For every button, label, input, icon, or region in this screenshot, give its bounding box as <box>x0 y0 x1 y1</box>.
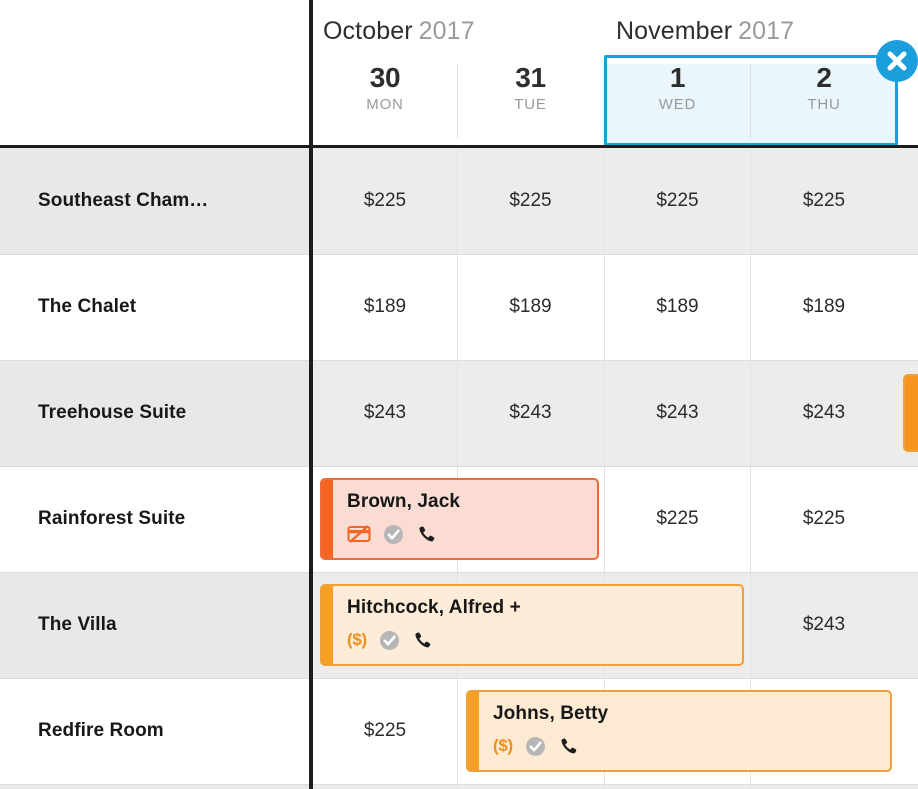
day-number: 31 <box>515 62 546 93</box>
calendar-grid: Southeast Cham… $225 $225 $225 $225 The … <box>0 148 918 789</box>
rate-cell[interactable]: $243 <box>458 360 603 466</box>
frozen-column-divider <box>309 0 313 789</box>
cell-divider <box>604 784 605 789</box>
month-label-october: October 2017 <box>323 17 475 46</box>
booking-calendar: October 2017 November 2017 30 MON 31 TUE 1… <box>0 0 918 789</box>
phone-icon[interactable] <box>558 736 579 757</box>
rate-cell[interactable]: $189 <box>751 254 897 360</box>
month-year: 2017 <box>738 17 795 45</box>
guest-name: Johns, Betty <box>493 703 609 724</box>
balance-due-icon[interactable]: ($) <box>347 630 367 650</box>
room-name: Treehouse Suite <box>38 402 187 423</box>
booking-status-bar <box>322 586 333 664</box>
phone-icon[interactable] <box>412 630 433 651</box>
day-of-week: MON <box>366 96 404 113</box>
booking-body: Johns, Betty ($) <box>479 692 890 770</box>
rate-cell[interactable]: $189 <box>313 254 457 360</box>
day-header-30[interactable]: 30 MON <box>313 62 457 136</box>
rate-cell[interactable]: $225 <box>605 148 750 254</box>
rate-cell[interactable]: $243 <box>605 360 750 466</box>
cell-divider <box>750 784 751 789</box>
booking-status-bar <box>468 692 479 770</box>
rate-cell[interactable]: $243 <box>751 360 897 466</box>
guest-name: Hitchcock, Alfred + <box>347 597 521 618</box>
booking-icons <box>347 523 597 545</box>
booking-icons: ($) <box>493 735 890 757</box>
day-number: 1 <box>669 62 686 93</box>
close-icon[interactable] <box>876 40 918 82</box>
booking-body: Hitchcock, Alfred + ($) <box>333 586 742 664</box>
rate-cell[interactable]: $189 <box>458 254 603 360</box>
cell-divider <box>457 784 458 789</box>
day-header-1[interactable]: 1 WED <box>605 62 750 136</box>
room-name: Redfire Room <box>38 720 164 741</box>
balance-due-icon[interactable]: ($) <box>493 736 513 756</box>
booking-status-bar <box>322 480 333 558</box>
month-name: November <box>616 17 733 45</box>
room-name: The Chalet <box>38 296 137 317</box>
rate-cell[interactable]: $243 <box>313 360 457 466</box>
room-name: Rainforest Suite <box>38 508 186 529</box>
row-divider <box>0 784 918 785</box>
phone-icon[interactable] <box>416 524 437 545</box>
booking-block[interactable]: Johns, Betty ($) <box>466 690 892 772</box>
guest-name: Brown, Jack <box>347 491 461 512</box>
booking-icons: ($) <box>347 629 742 651</box>
month-year: 2017 <box>418 17 475 45</box>
confirmed-check-icon[interactable] <box>379 630 400 651</box>
day-of-week: WED <box>658 96 697 113</box>
day-of-week: THU <box>807 96 841 113</box>
room-name: The Villa <box>38 614 117 635</box>
day-number: 30 <box>369 62 401 93</box>
booking-block[interactable]: Hitchcock, Alfred + ($) <box>320 584 744 666</box>
confirmed-check-icon[interactable] <box>383 524 404 545</box>
table-row[interactable]: The Chalet $189 $189 $189 $189 <box>0 254 918 360</box>
rate-cell[interactable]: $225 <box>458 148 603 254</box>
month-name: October <box>323 17 413 45</box>
rate-cell[interactable]: $225 <box>605 466 750 572</box>
room-name: Southeast Cham… <box>38 190 209 211</box>
calendar-header: October 2017 November 2017 30 MON 31 TUE 1… <box>0 0 918 148</box>
table-row[interactable]: Southeast Cham… $225 $225 $225 $225 <box>0 148 918 254</box>
table-row[interactable]: Treehouse Suite $243 $243 $243 $243 <box>0 360 918 466</box>
rate-cell[interactable]: $225 <box>313 678 457 784</box>
rate-cell[interactable]: $243 <box>751 572 897 678</box>
day-header-31[interactable]: 31 TUE <box>458 62 603 136</box>
cell-divider <box>457 678 458 784</box>
header-bottom-rule <box>0 145 918 148</box>
rate-cell[interactable]: $225 <box>751 466 897 572</box>
rate-cell[interactable]: $189 <box>605 254 750 360</box>
day-of-week: TUE <box>514 96 547 113</box>
booking-body: Brown, Jack <box>333 480 597 558</box>
rate-cell[interactable]: $225 <box>313 148 457 254</box>
rate-cell[interactable]: $225 <box>751 148 897 254</box>
no-credit-card-icon[interactable] <box>347 524 371 544</box>
booking-block[interactable]: Brown, Jack <box>320 478 599 560</box>
confirmed-check-icon[interactable] <box>525 736 546 757</box>
month-label-november: November 2017 <box>616 17 794 46</box>
table-row[interactable] <box>0 784 918 789</box>
booking-block-partial[interactable] <box>903 374 918 452</box>
